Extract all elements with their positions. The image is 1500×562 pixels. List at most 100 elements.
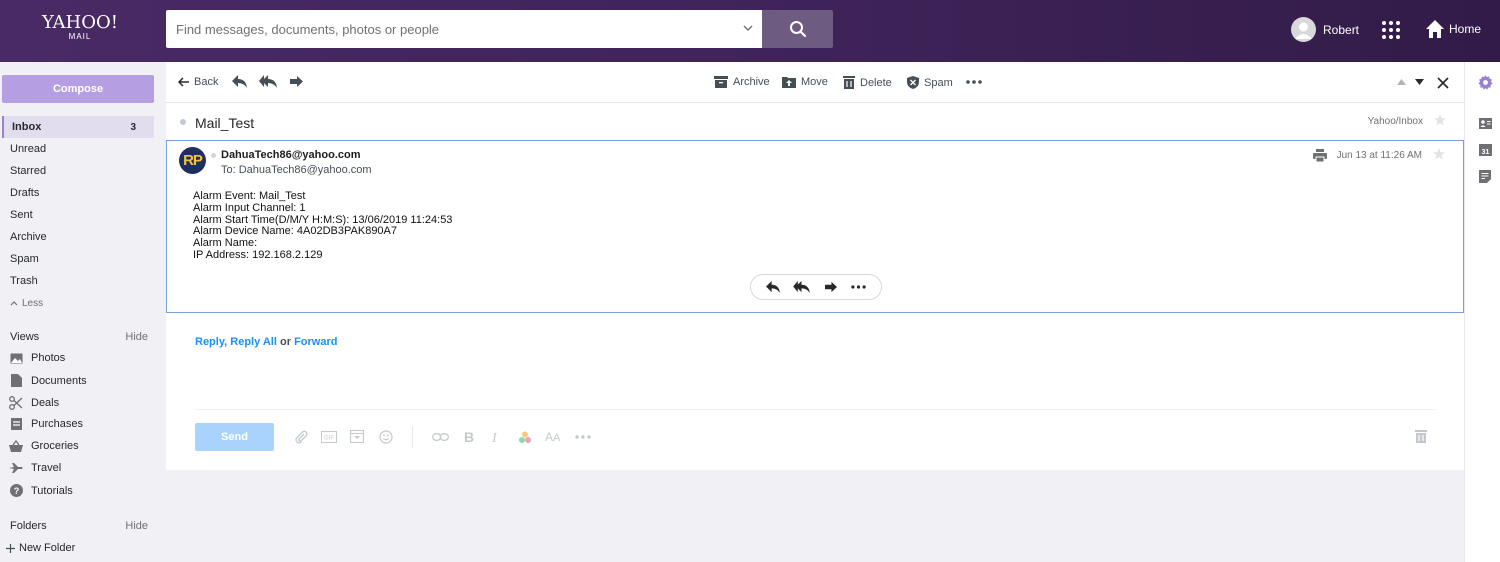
view-item-label: Travel <box>31 462 62 474</box>
italic-icon[interactable]: I <box>492 430 502 443</box>
apps-grid-icon[interactable] <box>1381 20 1401 40</box>
emoji-icon[interactable] <box>379 430 393 444</box>
reply-all-icon[interactable] <box>793 281 811 293</box>
view-item-label: Documents <box>31 374 87 387</box>
more-formatting-icon[interactable] <box>575 435 591 439</box>
compose-button[interactable]: Compose <box>2 75 154 103</box>
sidebar-item-unread[interactable]: Unread <box>10 139 154 159</box>
star-icon[interactable] <box>1434 114 1446 126</box>
spam-button[interactable]: Spam <box>907 76 953 89</box>
link-icon[interactable] <box>432 433 449 441</box>
view-item-documents[interactable]: Documents <box>9 374 87 387</box>
view-item-groceries[interactable]: Groceries <box>9 440 79 452</box>
sender-status-dot <box>211 153 216 158</box>
sidebar-item-drafts[interactable]: Drafts <box>10 183 154 203</box>
sidebar-item-inbox[interactable]: Inbox 3 <box>2 116 154 138</box>
reply-all-link[interactable]: Reply All <box>230 336 277 348</box>
view-item-label: Photos <box>31 352 66 364</box>
toolbar-separator <box>412 426 413 448</box>
view-item-deals[interactable]: Deals <box>9 396 59 410</box>
back-button[interactable]: Back <box>178 76 218 88</box>
next-message-button[interactable] <box>1415 79 1429 85</box>
right-rail: 31 <box>1464 62 1500 562</box>
paperclip-icon[interactable] <box>295 430 308 444</box>
search-icon <box>789 20 807 38</box>
sidebar-item-trash[interactable]: Trash <box>10 271 154 291</box>
reply-icon[interactable] <box>765 281 780 293</box>
sidebar-item-starred[interactable]: Starred <box>10 161 154 181</box>
plus-icon <box>6 543 15 553</box>
home-link[interactable]: Home <box>1425 19 1481 39</box>
svg-text:31: 31 <box>1482 149 1490 156</box>
shield-icon <box>907 76 924 89</box>
notepad-icon[interactable] <box>1479 170 1491 183</box>
delete-label: Delete <box>860 76 892 89</box>
reply-icon <box>232 75 252 88</box>
view-item-travel[interactable]: Travel <box>9 462 61 474</box>
sidebar-item-archive[interactable]: Archive <box>10 227 154 247</box>
star-icon[interactable] <box>1433 148 1445 160</box>
close-message-button[interactable] <box>1437 77 1454 89</box>
reply-link[interactable]: Reply <box>195 336 224 348</box>
reply-all-button[interactable] <box>259 75 282 88</box>
message-panel: Back Archive Move Delete Spam Mail_Test … <box>166 62 1464 470</box>
move-label: Move <box>801 76 828 88</box>
sidebar-item-spam[interactable]: Spam <box>10 249 154 269</box>
chevron-down-icon[interactable] <box>742 23 754 33</box>
forward-icon <box>289 75 309 88</box>
views-section-header: Views Hide <box>10 331 148 343</box>
sidebar-item-sent[interactable]: Sent <box>10 205 154 225</box>
svg-text:A: A <box>545 430 553 442</box>
yahoo-mail-logo[interactable]: YAHOO! MAIL <box>42 14 118 42</box>
bold-icon[interactable]: B <box>464 430 475 443</box>
view-item-purchases[interactable]: Purchases <box>9 418 83 430</box>
sidebar-item-label: Spam <box>10 253 39 265</box>
font-size-icon[interactable]: AA <box>545 430 563 442</box>
new-folder-button[interactable]: New Folder <box>6 542 75 554</box>
archive-button[interactable]: Archive <box>714 76 770 88</box>
document-icon <box>9 374 23 387</box>
previous-message-button[interactable] <box>1397 79 1411 85</box>
discard-draft-icon[interactable] <box>1415 430 1427 443</box>
forward-link[interactable]: Forward <box>294 336 337 348</box>
more-dots-icon[interactable] <box>851 285 866 289</box>
svg-text:GIF: GIF <box>324 436 334 442</box>
search-box <box>166 10 762 48</box>
reply-button[interactable] <box>232 75 252 88</box>
move-button[interactable]: Move <box>782 76 828 88</box>
view-item-label: Tutorials <box>31 484 73 497</box>
delete-button[interactable]: Delete <box>843 76 892 89</box>
sender-email[interactable]: DahuaTech86@yahoo.com <box>221 149 361 161</box>
close-icon <box>1437 77 1454 89</box>
plane-icon <box>9 463 23 473</box>
less-toggle[interactable]: Less <box>10 293 154 313</box>
search-button[interactable] <box>762 10 833 48</box>
user-menu[interactable]: Robert <box>1291 17 1359 42</box>
message-body: Alarm Event: Mail_Test Alarm Input Chann… <box>193 190 452 262</box>
body-line: IP Address: 192.168.2.129 <box>193 248 323 261</box>
new-folder-label: New Folder <box>19 542 76 554</box>
gif-icon[interactable]: GIF <box>321 431 337 443</box>
search-input[interactable] <box>166 10 726 48</box>
view-item-photos[interactable]: Photos <box>9 352 65 364</box>
or-text: or <box>280 336 291 348</box>
body-line: Alarm Input Channel: 1 <box>193 201 306 214</box>
subject-row: Mail_Test Yahoo/Inbox <box>166 103 1464 141</box>
sticker-icon[interactable] <box>350 430 364 443</box>
color-palette-icon[interactable] <box>518 431 532 444</box>
calendar-icon[interactable]: 31 <box>1479 144 1492 156</box>
message-card: RP DahuaTech86@yahoo.com To: DahuaTech86… <box>166 140 1464 313</box>
contacts-icon[interactable] <box>1479 118 1492 129</box>
settings-gear-icon[interactable] <box>1478 75 1493 90</box>
send-button[interactable]: Send <box>195 423 274 451</box>
more-actions-button[interactable] <box>966 80 987 84</box>
views-hide-link[interactable]: Hide <box>125 331 148 343</box>
forward-icon[interactable] <box>824 281 838 293</box>
sidebar-item-label: Archive <box>10 231 47 243</box>
folders-hide-link[interactable]: Hide <box>125 520 148 532</box>
read-status-dot[interactable] <box>180 119 186 125</box>
view-item-label: Purchases <box>31 418 83 430</box>
print-icon[interactable] <box>1313 149 1327 162</box>
forward-button[interactable] <box>289 75 309 88</box>
view-item-tutorials[interactable]: ? Tutorials <box>9 484 73 497</box>
